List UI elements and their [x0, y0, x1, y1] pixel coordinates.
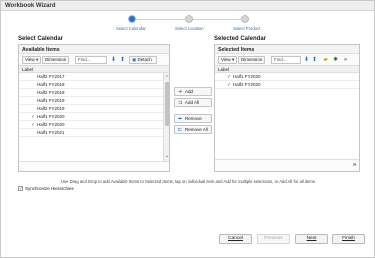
- list-item[interactable]: Half1 FY2018: [19, 81, 163, 89]
- list-item[interactable]: ✓ Half2 FY2020: [215, 81, 359, 89]
- available-toolbar: View ▾ Dimension Find... ⬇ ⬆ ▣ Detach: [19, 54, 169, 66]
- detach-button[interactable]: ▣ Detach: [129, 56, 157, 64]
- list-item[interactable]: ✓ Half2 FY2020: [19, 121, 163, 129]
- available-items-header: Available Items: [19, 45, 169, 54]
- next-label: Next: [306, 236, 317, 241]
- folder-icon[interactable]: ▰: [322, 57, 329, 64]
- list-item-label: Half2 FY2018: [37, 90, 65, 95]
- find-next-icon[interactable]: ⬇: [303, 57, 310, 64]
- selected-column-header[interactable]: Label: [215, 66, 359, 73]
- available-column-header[interactable]: Label: [19, 66, 169, 73]
- selected-items-title: Selected Items: [218, 46, 255, 53]
- list-item-label: Half1 FY2020: [37, 114, 65, 119]
- list-item-label: Half1 FY2020: [233, 74, 261, 79]
- checkmark-icon: ✓: [227, 81, 232, 88]
- add-label: Add: [185, 89, 194, 94]
- chevron-down-icon: ▾: [35, 57, 39, 62]
- available-section-title: Select Calendar: [18, 36, 64, 42]
- list-item-label: Half2 FY2017: [37, 74, 65, 79]
- train-step-select-product[interactable]: [241, 15, 249, 23]
- remove-all-button[interactable]: ⇇ Remove All: [174, 125, 212, 134]
- cancel-button[interactable]: Cancel: [219, 234, 252, 244]
- selected-section-title: Selected Calendar: [214, 36, 267, 42]
- list-item-label: Half2 FY2019: [37, 106, 65, 111]
- expand-icon[interactable]: »: [353, 162, 356, 168]
- list-item[interactable]: Half2 FY2017: [19, 73, 163, 81]
- label-column-header: Label: [22, 66, 34, 72]
- list-item[interactable]: ✓ Half1 FY2020: [19, 113, 163, 121]
- list-item[interactable]: Half1 FY2021: [19, 129, 163, 137]
- list-item-label: Half2 FY2020: [233, 82, 261, 87]
- remove-arrow-icon: ⬅: [178, 116, 183, 122]
- train-label-select-product[interactable]: Select Product: [233, 26, 260, 31]
- checkmark-icon: ✓: [227, 73, 232, 80]
- available-items-panel: Available Items View ▾ Dimension Find...…: [18, 44, 170, 172]
- find-input[interactable]: Find...: [75, 56, 107, 64]
- scrollbar-thumb[interactable]: [165, 82, 169, 126]
- list-item-label: Half1 FY2021: [37, 130, 65, 135]
- find-next-icon[interactable]: ⬇: [110, 57, 117, 64]
- train-step-select-location[interactable]: [185, 15, 193, 23]
- detach-icon: ▣: [132, 57, 137, 62]
- view-menu-button[interactable]: View ▾: [22, 56, 42, 64]
- selected-toolbar: View ▾ Dimension Find... ⬇ ⬆ ▰ ✸ »: [215, 54, 359, 66]
- list-item[interactable]: Half1 FY2019: [19, 97, 163, 105]
- checkmark-icon: ✓: [31, 113, 36, 120]
- add-button[interactable]: ➔ Add: [174, 87, 212, 96]
- find-previous-icon[interactable]: ⬆: [119, 57, 126, 64]
- sync-settings-icon[interactable]: ✸: [332, 57, 339, 64]
- view-menu-label: View: [221, 57, 231, 62]
- previous-button[interactable]: Previous: [257, 234, 290, 244]
- remove-all-icon: ⇇: [178, 127, 183, 133]
- list-item-label: Half1 FY2018: [37, 82, 65, 87]
- available-items-title: Available Items: [22, 46, 60, 53]
- checkbox-check-icon[interactable]: ✓: [18, 186, 23, 192]
- train-step-select-calendar[interactable]: [128, 15, 136, 23]
- remove-button[interactable]: ⬅ Remove: [174, 114, 212, 123]
- available-footer: [19, 161, 169, 171]
- list-item[interactable]: Half2 FY2018: [19, 89, 163, 97]
- synchronize-hierarchies-checkbox[interactable]: ✓ Synchronize Hierarchies: [18, 186, 74, 192]
- view-menu-label: View: [25, 57, 35, 62]
- scroll-down-icon[interactable]: ⌄: [164, 153, 170, 159]
- dimension-button[interactable]: Dimension: [42, 56, 70, 64]
- workbook-wizard-dialog: Workbook Wizard Select Calendar Select L…: [0, 0, 375, 258]
- selected-items-panel: Selected Items View ▾ Dimension Find... …: [214, 44, 360, 172]
- add-arrow-icon: ➔: [178, 89, 183, 95]
- list-item[interactable]: ✓ Half1 FY2020: [215, 73, 359, 81]
- chevron-down-icon: ▾: [231, 57, 235, 62]
- dialog-titlebar: Workbook Wizard: [1, 1, 374, 11]
- finish-button[interactable]: Finish: [332, 234, 365, 244]
- drag-drop-hint: Use Drag and Drop to add Available Items…: [61, 179, 317, 184]
- selected-footer: »: [215, 159, 359, 171]
- view-menu-button[interactable]: View ▾: [218, 56, 238, 64]
- add-all-label: Add All: [185, 100, 200, 105]
- previous-label: Previous: [264, 236, 283, 241]
- list-item[interactable]: Half2 FY2019: [19, 105, 163, 113]
- dimension-button[interactable]: Dimension: [238, 56, 266, 64]
- checkmark-icon: ✓: [31, 121, 36, 128]
- train-label-select-calendar[interactable]: Select Calendar: [116, 26, 146, 31]
- train-label-select-location[interactable]: Select Location: [175, 26, 204, 31]
- dialog-title: Workbook Wizard: [5, 2, 56, 9]
- label-column-header: Label: [218, 66, 230, 72]
- next-button[interactable]: Next: [295, 234, 328, 244]
- cancel-label: Cancel: [228, 236, 243, 241]
- remove-label: Remove: [185, 116, 202, 121]
- synchronize-hierarchies-label: Synchronize Hierarchies: [25, 186, 74, 191]
- selected-items-header: Selected Items: [215, 45, 359, 54]
- expand-icon[interactable]: »: [342, 57, 349, 64]
- find-input[interactable]: Find...: [271, 56, 301, 64]
- add-all-icon: ⇉: [178, 100, 183, 106]
- list-item-label: Half2 FY2020: [37, 122, 65, 127]
- find-previous-icon[interactable]: ⬆: [311, 57, 318, 64]
- available-scrollbar[interactable]: ⌃ ⌄: [163, 73, 169, 161]
- add-all-button[interactable]: ⇉ Add All: [174, 98, 212, 107]
- remove-all-label: Remove All: [185, 127, 208, 132]
- scroll-up-icon[interactable]: ⌃: [164, 75, 170, 81]
- list-item-label: Half1 FY2019: [37, 98, 65, 103]
- detach-label: Detach: [137, 57, 152, 62]
- finish-label: Finish: [342, 236, 355, 241]
